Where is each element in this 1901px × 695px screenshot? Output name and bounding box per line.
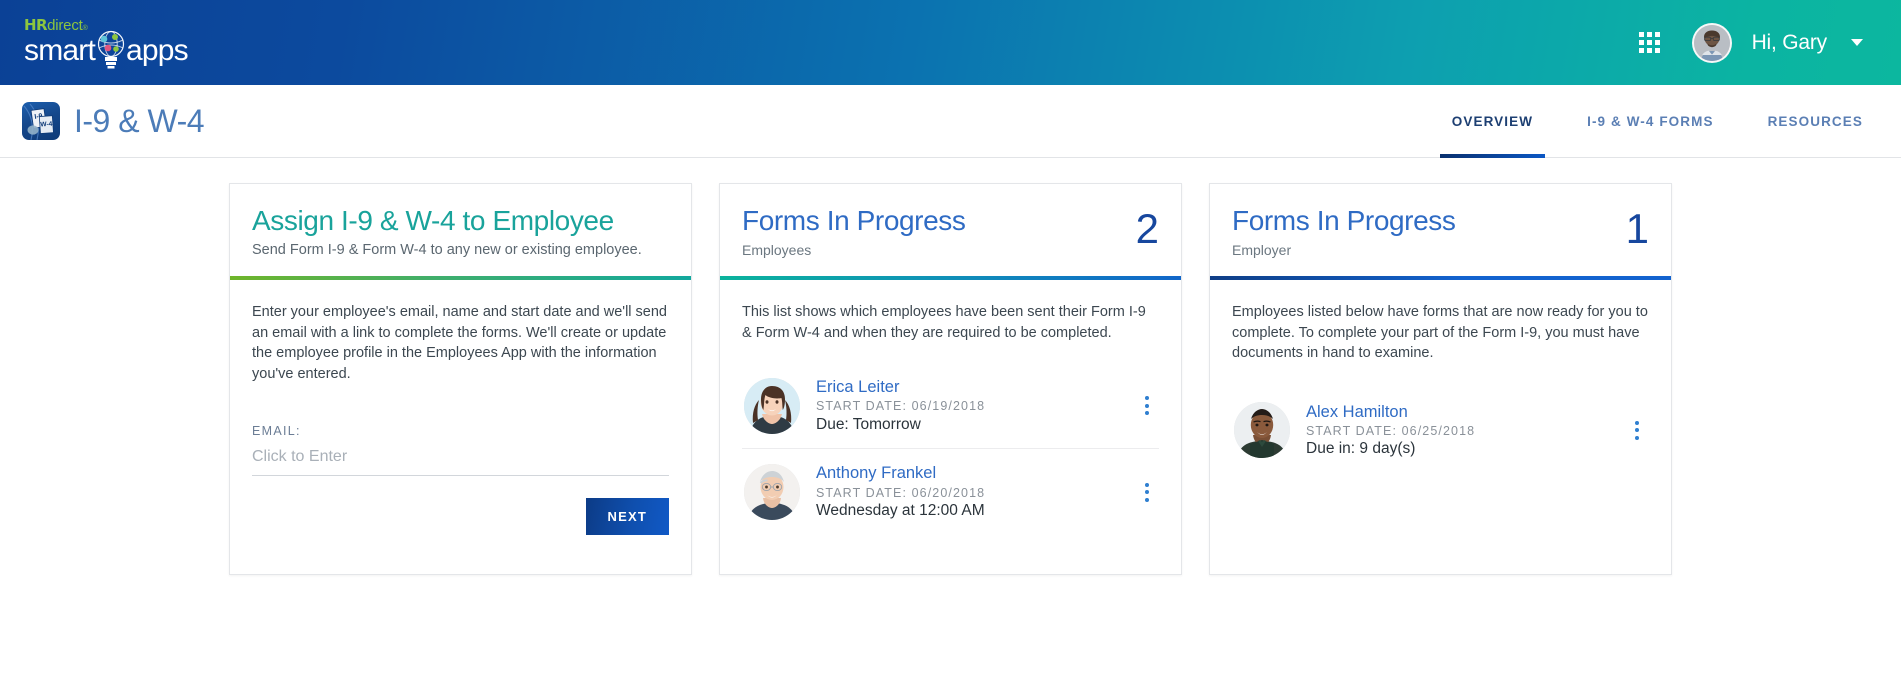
apps-grid-icon[interactable] <box>1638 32 1660 53</box>
avatar <box>1234 402 1290 459</box>
tab-i9-w4-forms[interactable]: I-9 & W-4 FORMS <box>1587 85 1713 157</box>
employees-card-subtitle: Employees <box>742 241 812 258</box>
employer-card-description: Employees listed below have forms that a… <box>1232 304 1648 362</box>
person-name[interactable]: Alex Hamilton <box>1306 402 1625 422</box>
logo-hr-text: HR <box>24 15 48 34</box>
person-info: Anthony Frankel START DATE: 06/20/2018 W… <box>816 463 1135 520</box>
top-header-bar: HR direct ® smart apps Hi, Gary <box>0 0 1901 85</box>
app-identity: I-9 W-4 I-9 & W-4 <box>22 102 205 140</box>
person-due-status: Due in: 9 day(s) <box>1306 440 1416 458</box>
person-info: Erica Leiter START DATE: 06/19/2018 Due:… <box>816 377 1135 434</box>
next-button[interactable]: NEXT <box>585 498 669 536</box>
employees-card-body: This list shows which employees have bee… <box>720 280 1181 574</box>
assign-card-actions: NEXT <box>252 498 669 536</box>
user-greeting[interactable]: Hi, Gary <box>1752 31 1828 55</box>
employer-card-header: Forms In Progress Employer 1 <box>1210 184 1671 276</box>
employees-person-list: Erica Leiter START DATE: 06/19/2018 Due:… <box>742 363 1159 535</box>
avatar <box>744 377 800 434</box>
person-due-status: Due: Tomorrow <box>816 415 921 433</box>
brand-logo[interactable]: HR direct ® smart apps <box>22 15 189 68</box>
logo-smart-text: smart <box>24 33 96 67</box>
header-right-controls: Hi, Gary <box>1638 22 1863 63</box>
lightbulb-icon <box>95 30 125 68</box>
page-title: I-9 & W-4 <box>74 102 205 139</box>
logo-smartapps: smart apps <box>24 30 189 68</box>
assign-card-description: Enter your employee's email, name and st… <box>252 304 667 382</box>
email-input[interactable] <box>252 446 669 477</box>
main-content: Assign I-9 & W-4 to Employee Send Form I… <box>0 158 1901 695</box>
person-start-date: START DATE: 06/19/2018 <box>816 399 986 414</box>
avatar <box>744 464 800 521</box>
avatar[interactable] <box>1691 22 1732 63</box>
logo-direct-text: direct <box>47 16 83 34</box>
tab-resources[interactable]: RESOURCES <box>1768 85 1863 157</box>
forms-in-progress-employees-card: Forms In Progress Employees 2 This list … <box>719 183 1182 575</box>
assign-card-body: Enter your employee's email, name and st… <box>230 280 691 574</box>
email-field-block: EMAIL: <box>252 424 669 477</box>
kebab-menu-icon[interactable] <box>1625 415 1649 446</box>
list-item[interactable]: Anthony Frankel START DATE: 06/20/2018 W… <box>742 449 1159 534</box>
list-item[interactable]: Erica Leiter START DATE: 06/19/2018 Due:… <box>742 363 1159 450</box>
person-name[interactable]: Erica Leiter <box>816 377 1135 397</box>
nav-tabs: OVERVIEW I-9 & W-4 FORMS RESOURCES <box>1439 85 1863 158</box>
employees-card-count: 2 <box>1135 205 1159 252</box>
person-info: Alex Hamilton START DATE: 06/25/2018 Due… <box>1306 402 1625 459</box>
logo-apps-text: apps <box>126 33 189 67</box>
assign-forms-card: Assign I-9 & W-4 to Employee Send Form I… <box>229 183 692 575</box>
tab-overview[interactable]: OVERVIEW <box>1439 85 1546 158</box>
employees-card-description: This list shows which employees have bee… <box>742 304 1146 341</box>
kebab-menu-icon[interactable] <box>1135 390 1159 421</box>
employer-person-list: Alex Hamilton START DATE: 06/25/2018 Due… <box>1232 388 1649 473</box>
assign-card-header: Assign I-9 & W-4 to Employee Send Form I… <box>230 184 691 276</box>
email-field-label: EMAIL: <box>252 424 301 439</box>
employer-card-count: 1 <box>1625 205 1649 252</box>
i9-w4-app-icon[interactable]: I-9 W-4 <box>22 102 60 140</box>
svg-text:W-4: W-4 <box>40 121 53 129</box>
assign-card-subtitle: Send Form I-9 & Form W-4 to any new or e… <box>252 241 642 258</box>
forms-in-progress-employer-card: Forms In Progress Employer 1 Employees l… <box>1209 183 1672 575</box>
person-due-status: Wednesday at 12:00 AM <box>816 501 985 519</box>
employer-card-title: Forms In Progress <box>1232 205 1456 236</box>
person-start-date: START DATE: 06/25/2018 <box>1306 423 1476 438</box>
person-start-date: START DATE: 06/20/2018 <box>816 485 986 500</box>
logo-trademark: ® <box>82 24 88 32</box>
kebab-menu-icon[interactable] <box>1135 477 1159 508</box>
person-name[interactable]: Anthony Frankel <box>816 463 1135 483</box>
employer-card-subtitle: Employer <box>1232 241 1292 258</box>
app-navigation-bar: I-9 W-4 I-9 & W-4 OVERVIEW I-9 & W-4 FOR… <box>0 85 1901 158</box>
list-item[interactable]: Alex Hamilton START DATE: 06/25/2018 Due… <box>1232 388 1649 473</box>
employer-card-body: Employees listed below have forms that a… <box>1210 280 1671 574</box>
chevron-down-icon[interactable] <box>1851 39 1863 46</box>
employees-card-title: Forms In Progress <box>742 205 966 236</box>
employees-card-header: Forms In Progress Employees 2 <box>720 184 1181 276</box>
assign-card-title: Assign I-9 & W-4 to Employee <box>252 205 614 236</box>
